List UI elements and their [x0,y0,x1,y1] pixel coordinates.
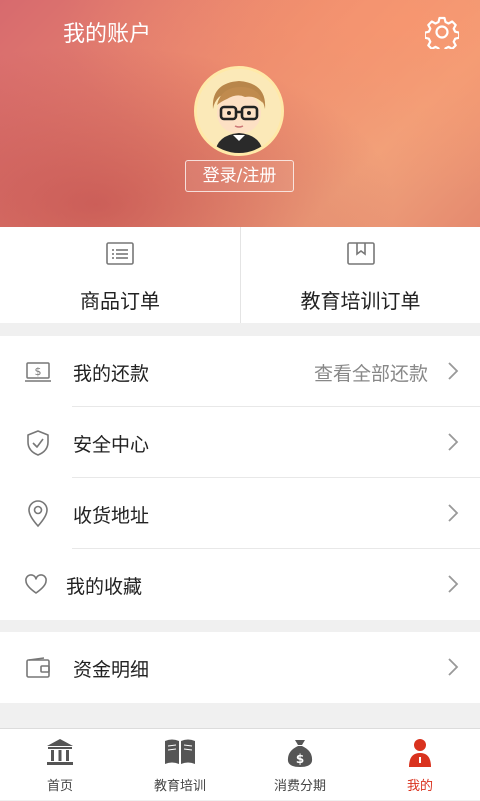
page-title: 我的账户 [63,22,152,47]
menu-item-fund-details[interactable]: 资金明细 [0,632,480,703]
funds-menu-group: 资金明细 [0,632,480,703]
nav-label: 教育培训 [153,779,206,794]
education-orders-button[interactable]: 教育培训订单 [240,227,480,323]
wallet-icon [24,654,52,682]
chevron-right-icon [448,433,459,451]
chevron-right-icon [448,658,459,676]
nav-label: 首页 [46,779,73,794]
user-icon [409,739,431,767]
nav-item-mine[interactable]: 我的 [360,729,480,801]
nav-item-home[interactable]: 首页 [0,729,120,801]
book-icon [165,739,195,764]
location-pin-icon [24,500,52,528]
menu-item-security[interactable]: 安全中心 [0,407,480,478]
gear-icon [425,16,459,49]
menu-item-label: 安全中心 [73,434,150,456]
menu-item-label: 资金明细 [73,659,150,681]
menu-item-favorites[interactable]: 我的收藏 [0,549,480,620]
education-orders-label: 教育培训订单 [300,289,421,313]
bottom-navigation: 首页 教育培训 $ 消费分期 我的 [0,728,480,800]
svg-text:$: $ [35,365,42,378]
dollar-screen-icon: $ [24,358,52,386]
menu-item-label: 收货地址 [73,505,150,527]
view-all-repayments-link[interactable]: 查看全部还款 [314,359,428,386]
menu-item-address[interactable]: 收货地址 [0,478,480,549]
account-header: 我的账户 登录/注册 [0,0,480,227]
orders-section: 商品订单 教育培训订单 [0,227,480,323]
account-menu-group: $ 我的还款 查看全部还款 安全中心 收货地址 我的收藏 [0,336,480,620]
chevron-right-icon [448,362,459,380]
bank-icon [47,739,73,765]
nav-item-education[interactable]: 教育培训 [120,729,240,801]
nav-label: 我的 [406,779,433,794]
heart-icon [22,571,50,599]
chevron-right-icon [448,575,459,593]
chevron-right-icon [448,504,459,522]
product-orders-label: 商品订单 [80,289,160,313]
list-icon [106,242,134,265]
money-bag-icon: $ [287,740,313,767]
login-register-button[interactable]: 登录/注册 [185,160,294,192]
menu-item-repayment[interactable]: $ 我的还款 查看全部还款 [0,336,480,407]
menu-item-label: 我的收藏 [66,576,143,598]
avatar[interactable] [194,66,284,156]
shield-check-icon [24,429,52,457]
menu-item-label: 我的还款 [73,363,150,385]
settings-button[interactable] [424,14,460,50]
nav-item-installment[interactable]: $ 消费分期 [240,729,360,801]
nav-label: 消费分期 [273,779,326,794]
product-orders-button[interactable]: 商品订单 [0,227,240,323]
bookmark-book-icon [346,242,375,265]
avatar-illustration [197,69,281,153]
svg-text:$: $ [296,752,304,766]
